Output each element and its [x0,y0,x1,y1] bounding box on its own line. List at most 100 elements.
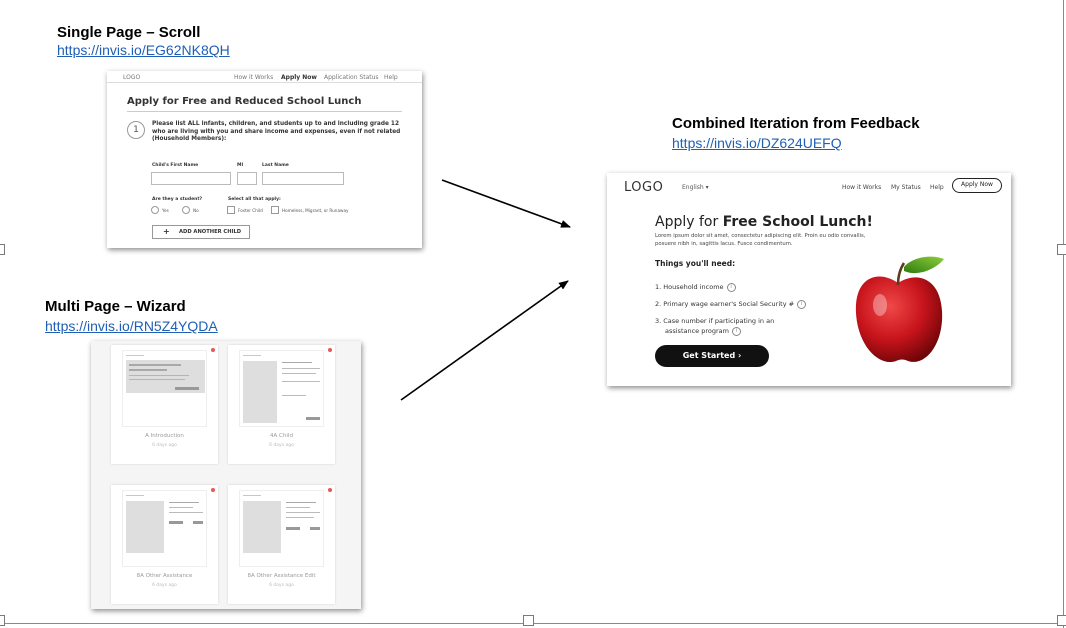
apple-image [855,256,944,363]
title-prefix: Apply for [655,214,723,230]
last-name-field[interactable] [262,172,344,185]
needs-heading: Things you'll need: [655,259,736,268]
wizard-screen-card[interactable]: 4A Child 6 days ago [228,345,335,464]
get-started-button[interactable]: Get Started › [655,345,769,367]
need-item-text: assistance program [665,327,729,335]
homeless-checkbox[interactable] [271,206,279,214]
wizard-screen-time: 6 days ago [269,583,294,588]
preview-line [243,495,261,496]
mi-label: MI [237,163,244,168]
wizard-screen-name: 4A Child [270,433,293,439]
mockup-step-number: 1 [127,121,145,139]
wizard-screen-card[interactable]: 8A Other Assistance Edit 6 days ago [228,485,335,604]
resize-handle-bottom[interactable] [523,615,534,626]
homeless-label: Homeless, Migrant, or Runaway [282,208,349,213]
preview-line [169,507,193,508]
language-dropdown[interactable]: English ▾ [682,184,709,191]
mockup-question: Please list ALL infants, children, and s… [152,121,401,143]
combined-title: Apply for Free School Lunch! [655,214,873,230]
nav-my-status[interactable]: My Status [891,184,921,191]
arrow-single-to-combined [441,179,571,228]
intro-paragraph: Lorem ipsum dolor sit amet, consectetur … [655,233,866,247]
wizard-screen-time: 6 days ago [152,443,177,448]
apply-now-button[interactable]: Apply Now [952,178,1002,193]
preview-line [129,375,189,376]
student-yes-label: Yes [162,208,169,213]
multi-page-thumbnail[interactable]: A Introduction 6 days ago 4A Child 6 day… [91,341,361,609]
resize-handle-right[interactable] [1057,244,1066,255]
preview-line [169,512,203,513]
combined-logo: LOGO [624,180,664,195]
combined-link[interactable]: https://invis.io/DZ624UEFQ [672,135,842,151]
wizard-screen-name: A Introduction [145,433,184,439]
single-page-thumbnail[interactable]: LOGO How it Works Apply Now Application … [107,71,422,248]
wizard-screen-preview [122,350,207,427]
add-another-child-button[interactable]: + ADD ANOTHER CHILD [152,225,250,239]
first-name-field[interactable] [151,172,231,185]
preview-line [126,495,144,496]
preview-button [175,387,199,390]
mockup-nav-help[interactable]: Help [384,74,398,81]
need-item: 3. Case number if participating in an [655,316,774,326]
need-item: 1. Household income i [655,282,736,292]
preview-line [129,369,167,371]
plus-icon: + [163,227,170,236]
preview-button [310,527,320,530]
info-icon[interactable]: i [731,326,741,336]
preview-line [282,368,320,369]
mockup-logo: LOGO [123,74,141,81]
mockup-nav-bar: LOGO How it Works Apply Now Application … [107,71,422,83]
add-another-child-label: ADD ANOTHER CHILD [179,229,242,235]
mockup-divider [127,111,402,112]
wizard-screen-name: 8A Other Assistance Edit [247,573,316,579]
preview-line [129,379,185,380]
preview-line [286,517,314,518]
resize-handle-bottom-left[interactable] [0,615,5,626]
preview-line [286,507,310,508]
mockup-title: Apply for Free and Reduced School Lunch [127,96,362,107]
nav-how-it-works[interactable]: How it Works [842,184,881,191]
preview-panel [126,501,164,553]
need-item-text: 1. Household income [655,283,724,291]
student-no-radio[interactable] [182,206,190,214]
preview-panel [243,361,277,423]
mockup-nav-status[interactable]: Application Status [324,74,379,81]
single-page-link[interactable]: https://invis.io/EG62NK8QH [57,42,230,58]
preview-panel [243,501,281,553]
status-dot [328,488,332,492]
mockup-nav-how[interactable]: How it Works [234,74,273,81]
select-all-label: Select all that apply: [228,197,281,202]
status-dot [211,488,215,492]
preview-line [129,364,181,366]
nav-help[interactable]: Help [930,184,944,191]
wizard-screen-preview [122,490,207,567]
resize-handle-left[interactable] [0,244,5,255]
need-item: 2. Primary wage earner's Social Security… [655,299,807,309]
info-icon[interactable]: i [797,299,807,309]
foster-child-checkbox[interactable] [227,206,235,214]
multi-page-link[interactable]: https://invis.io/RN5Z4YQDA [45,318,218,334]
resize-handle-bottom-right[interactable] [1057,615,1066,626]
student-yes-radio[interactable] [151,206,159,214]
preview-button [286,527,300,530]
preview-line [282,362,312,363]
last-name-label: Last Name [262,163,289,168]
info-icon[interactable]: i [726,282,736,292]
preview-line [282,381,320,382]
mi-field[interactable] [237,172,257,185]
preview-line [286,512,320,513]
wizard-screen-preview [239,490,324,567]
preview-line [282,373,316,374]
multi-page-heading: Multi Page – Wizard [45,298,186,315]
preview-line [169,502,199,503]
need-item-text: 2. Primary wage earner's Social Security… [655,300,795,308]
wizard-screen-card[interactable]: A Introduction 6 days ago [111,345,218,464]
wizard-screen-card[interactable]: 8A Other Assistance 6 days ago [111,485,218,604]
combined-iteration-thumbnail[interactable]: LOGO English ▾ How it Works My Status He… [607,173,1011,386]
preview-line [282,395,306,396]
preview-line [286,502,316,503]
need-item: assistance program i [665,326,741,336]
student-no-label: No [193,208,199,213]
preview-button [193,521,203,524]
mockup-nav-apply[interactable]: Apply Now [281,74,317,81]
